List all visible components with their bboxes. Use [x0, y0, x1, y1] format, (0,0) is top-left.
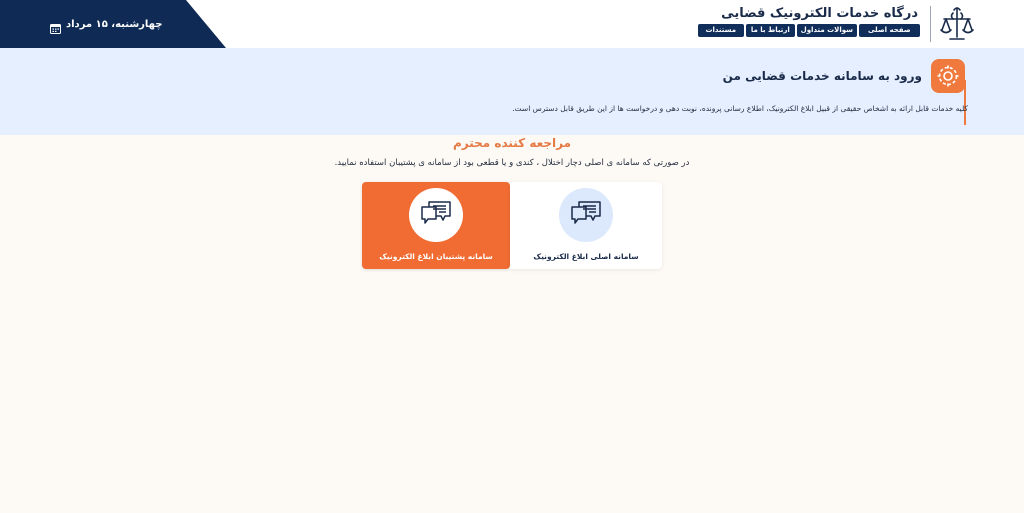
judiciary-emblem-icon[interactable]	[938, 4, 976, 44]
nav-contact[interactable]: ارتباط با ما	[745, 24, 796, 37]
chat-message-icon	[419, 199, 453, 231]
top-header: چهارشنبه، ۱۵ مرداد درگاه خدمات الکترونیک…	[0, 0, 1024, 48]
nav-home[interactable]: صفحه اصلی	[858, 24, 920, 37]
date-text: چهارشنبه، ۱۵ مرداد	[66, 18, 163, 30]
info-banner	[0, 48, 1024, 135]
card-icon-circle	[559, 188, 613, 242]
nav-documents[interactable]: مستندات	[697, 24, 744, 37]
brand-divider	[930, 6, 931, 42]
settings-gear-icon	[931, 59, 965, 93]
main-system-card[interactable]: سامانه اصلی ابلاغ الکترونیک	[510, 182, 662, 269]
card-icon-circle	[409, 188, 463, 242]
greeting-heading: مراجعه کننده محترم	[452, 136, 572, 150]
site-title: درگاه خدمات الکترونیک قضایی	[721, 6, 918, 21]
calendar-icon	[50, 19, 61, 34]
banner-description: کلیه خدمات قابل ارائه به اشخاص حقیقی از …	[512, 104, 968, 113]
nav-faq[interactable]: سوالات متداول	[797, 24, 857, 37]
date-display: چهارشنبه، ۱۵ مرداد	[50, 15, 163, 34]
main-system-label: سامانه اصلی ابلاغ الکترونیک	[533, 252, 639, 261]
notice-text: در صورتی که سامانه ی اصلی دچار اختلال ، …	[334, 158, 690, 168]
main-nav: صفحه اصلی سوالات متداول ارتباط با ما مست…	[697, 24, 920, 37]
chat-message-icon	[569, 199, 603, 231]
backup-system-label: سامانه پشتیبان ابلاغ الکترونیک	[379, 252, 493, 261]
backup-system-card[interactable]: سامانه پشتیبان ابلاغ الکترونیک	[362, 182, 510, 269]
banner-title: ورود به سامانه خدمات قضایی من	[722, 69, 922, 83]
